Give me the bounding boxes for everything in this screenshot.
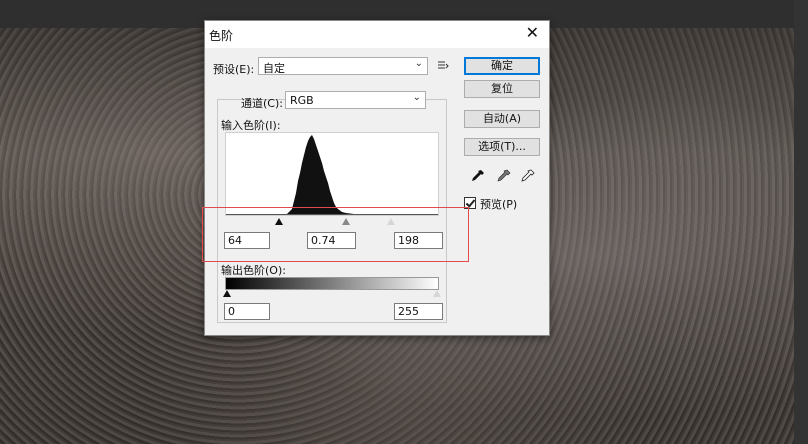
input-black-field[interactable]: 64 <box>224 232 270 249</box>
histogram-shape <box>226 135 438 215</box>
output-levels-slider[interactable] <box>223 289 441 299</box>
output-white-handle[interactable] <box>433 290 441 297</box>
input-levels-label: 输入色阶(I): <box>221 119 281 132</box>
input-white-field[interactable]: 198 <box>394 232 443 249</box>
preset-label: 预设(E): <box>213 63 255 76</box>
black-eyedropper-icon[interactable] <box>471 169 485 188</box>
channel-label: 通道(C): <box>241 97 283 110</box>
channel-value: RGB <box>290 94 314 107</box>
chevron-down-icon: ⌄ <box>412 92 421 103</box>
chevron-down-icon: ⌄ <box>414 58 423 69</box>
histogram <box>225 132 439 216</box>
input-levels-slider[interactable] <box>225 217 439 227</box>
white-eyedropper-icon[interactable] <box>521 169 535 188</box>
dialog-title: 色阶 <box>209 29 234 43</box>
gray-eyedropper-icon[interactable] <box>497 169 511 188</box>
title-bar: 色阶 ✕ <box>205 21 549 48</box>
ok-button[interactable]: 确定 <box>464 57 540 75</box>
preset-options-icon[interactable] <box>437 59 449 74</box>
preview-checkbox[interactable] <box>464 197 476 209</box>
output-white-field[interactable]: 255 <box>394 303 443 320</box>
output-levels-label: 输出色阶(O): <box>221 264 286 277</box>
preset-value: 自定 <box>263 62 285 75</box>
preview-label: 预览(P) <box>480 198 518 211</box>
preset-select[interactable]: 自定 ⌄ <box>258 57 428 75</box>
reset-button[interactable]: 复位 <box>464 80 540 98</box>
canvas-right-edge <box>794 0 808 444</box>
input-gamma-handle[interactable] <box>342 218 350 225</box>
channel-select[interactable]: RGB ⌄ <box>285 91 426 109</box>
input-gamma-field[interactable]: 0.74 <box>307 232 356 249</box>
levels-dialog: 色阶 ✕ 预设(E): 自定 ⌄ 通道(C): RGB ⌄ 输入色阶(I): 6… <box>204 20 550 336</box>
options-button[interactable]: 选项(T)... <box>464 138 540 156</box>
input-black-handle[interactable] <box>275 218 283 225</box>
input-white-handle[interactable] <box>387 218 395 225</box>
close-icon[interactable]: ✕ <box>526 25 539 41</box>
output-black-field[interactable]: 0 <box>224 303 270 320</box>
auto-button[interactable]: 自动(A) <box>464 110 540 128</box>
output-black-handle[interactable] <box>223 290 231 297</box>
